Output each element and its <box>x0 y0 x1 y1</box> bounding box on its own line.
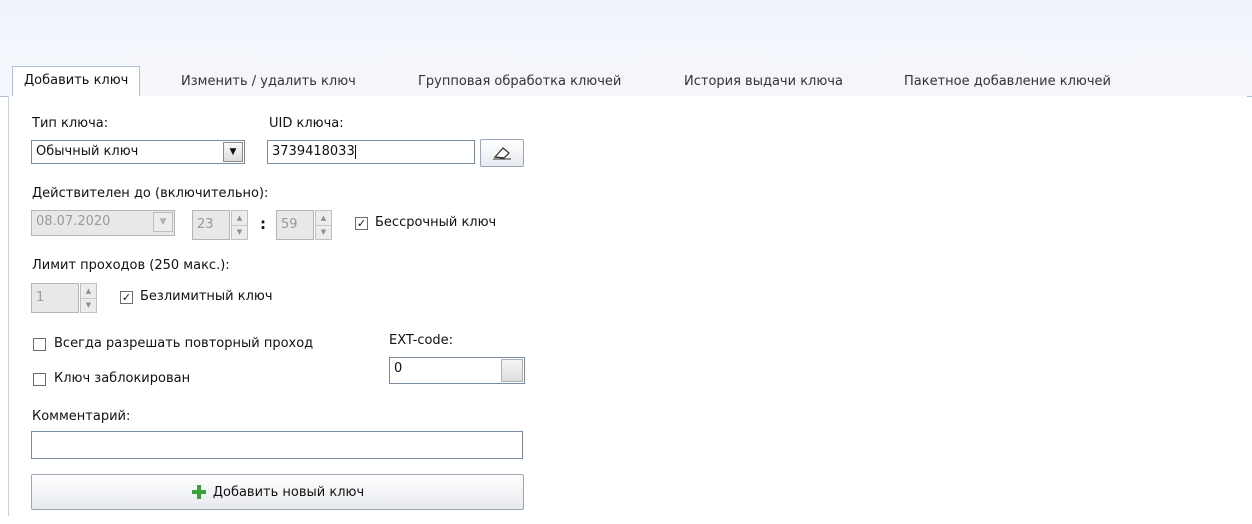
ext-code-side-button[interactable] <box>501 359 523 382</box>
add-new-key-button[interactable]: Добавить новый ключ <box>31 474 524 510</box>
unlimited-checkbox[interactable]: ✓ <box>120 291 133 304</box>
unlimited-label[interactable]: Безлимитный ключ <box>140 289 273 304</box>
tab-key-history[interactable]: История выдачи ключа <box>684 69 843 95</box>
hour-spinner[interactable]: ▲ ▼ <box>231 210 248 240</box>
tab-edit-delete-key[interactable]: Изменить / удалить ключ <box>181 69 356 95</box>
arrow-down-icon[interactable]: ▼ <box>316 225 331 239</box>
ext-code-label: EXT-code: <box>389 333 454 348</box>
allow-repeat-label[interactable]: Всегда разрешать повторный проход <box>54 336 313 351</box>
arrow-up-icon[interactable]: ▲ <box>316 211 331 226</box>
tab-batch-add[interactable]: Пакетное добавление ключей <box>904 69 1111 95</box>
key-type-label: Тип ключа: <box>32 116 109 131</box>
arrow-up-icon[interactable]: ▲ <box>81 284 96 299</box>
hour-value: 23 <box>197 217 214 232</box>
blocked-label[interactable]: Ключ заблокирован <box>54 371 190 386</box>
comment-label: Комментарий: <box>32 409 131 424</box>
eraser-icon <box>493 147 511 160</box>
time-separator: : <box>260 215 266 233</box>
minute-value: 59 <box>281 217 298 232</box>
pass-limit-label: Лимит проходов (250 макс.): <box>32 258 230 273</box>
key-type-value: Обычный ключ <box>36 144 139 159</box>
comment-input[interactable] <box>31 431 523 459</box>
ext-code-value: 0 <box>394 361 403 376</box>
valid-until-label: Действителен до (включительно): <box>32 186 269 201</box>
hour-input[interactable]: 23 <box>192 210 230 240</box>
uid-value: 3739418033 <box>272 144 355 159</box>
tab-group-processing[interactable]: Групповая обработка ключей <box>418 69 621 95</box>
checkmark-icon: ✓ <box>356 217 367 230</box>
pass-limit-value: 1 <box>36 290 45 305</box>
plus-icon <box>191 485 206 499</box>
ext-code-input[interactable]: 0 <box>389 357 525 384</box>
pass-limit-input[interactable]: 1 <box>31 283 79 313</box>
tab-add-key[interactable]: Добавить ключ <box>12 66 141 98</box>
add-new-key-label: Добавить новый ключ <box>212 484 365 500</box>
arrow-down-icon[interactable]: ▼ <box>232 225 247 239</box>
pass-limit-spinner[interactable]: ▲ ▼ <box>80 283 97 313</box>
uid-input[interactable]: 3739418033 <box>267 140 475 164</box>
chevron-down-icon[interactable]: ▼ <box>223 142 243 162</box>
blocked-checkbox[interactable] <box>33 373 46 386</box>
allow-repeat-checkbox[interactable] <box>33 338 46 351</box>
minute-spinner[interactable]: ▲ ▼ <box>315 210 332 240</box>
uid-label: UID ключа: <box>269 116 344 131</box>
perpetual-checkbox[interactable]: ✓ <box>355 217 368 230</box>
key-type-select[interactable]: Обычный ключ ▼ <box>31 140 245 164</box>
perpetual-label[interactable]: Бессрочный ключ <box>375 215 496 230</box>
tab-strip: Изменить / удалить ключ Групповая обрабо… <box>0 62 1252 97</box>
arrow-down-icon[interactable]: ▼ <box>81 298 96 312</box>
minute-input[interactable]: 59 <box>276 210 314 240</box>
date-value: 08.07.2020 <box>36 214 111 229</box>
clear-uid-button[interactable] <box>480 139 524 167</box>
date-picker[interactable]: 08.07.2020 ▼ <box>31 210 175 236</box>
arrow-up-icon[interactable]: ▲ <box>232 211 247 226</box>
window-header-band <box>0 0 1252 62</box>
chevron-down-icon[interactable]: ▼ <box>153 212 173 232</box>
checkmark-icon: ✓ <box>121 291 132 304</box>
